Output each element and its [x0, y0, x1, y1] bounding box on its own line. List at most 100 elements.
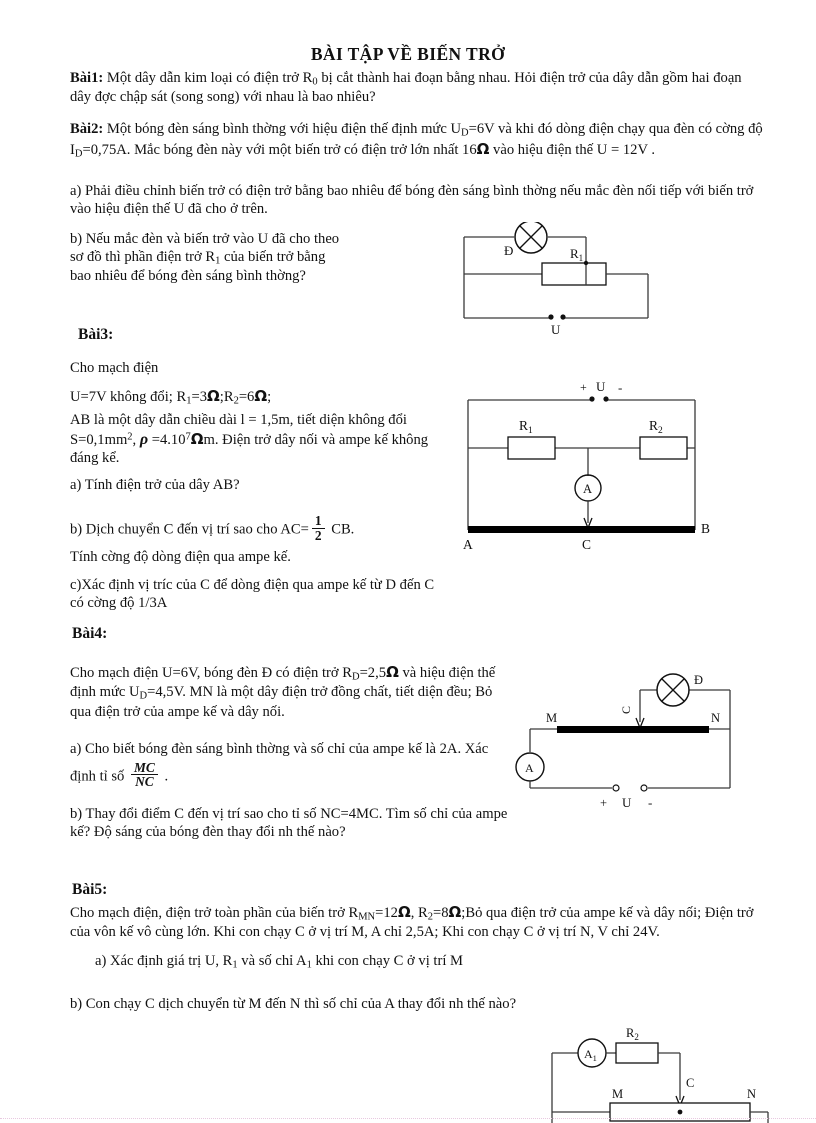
bai3-intro: Cho mạch điện — [70, 360, 440, 378]
fraction-denominator: 2 — [314, 527, 322, 543]
bai3-question-a: a) Tính điện trở của dây AB? — [70, 477, 440, 495]
bai3-u-b: =3 — [191, 389, 207, 405]
label-ammeter-1: A1 — [584, 1047, 597, 1063]
bai5-question-b: b) Con chạy C dịch chuyển từ M đến N thì… — [70, 996, 530, 1014]
bai4-question-a: a) Cho biết bóng đèn sáng bình thờng và … — [70, 738, 515, 789]
label-lamp-d: Đ — [504, 243, 513, 258]
bai2-text-1: Một bóng đèn sáng bình thờng với hiệu đi… — [103, 121, 461, 137]
fraction-mc-nc: MC NC — [130, 760, 158, 790]
label-point-n: N — [711, 711, 720, 725]
label-ammeter: A — [525, 761, 534, 775]
heading-bai5: Bài5: — [72, 881, 108, 898]
page-title: BÀI TẬP VỀ BIẾN TRỞ — [310, 44, 506, 64]
ohm-symbol: Ω — [386, 663, 399, 681]
label-point-a: A — [463, 537, 473, 552]
bai5-intro-2: =12 — [375, 905, 398, 921]
bai2-qb-line1: b) Nếu mắc đèn và biến trở vào U đã cho … — [70, 231, 340, 247]
bai2-text-4: vào hiệu điện thế U = 12V . — [489, 142, 656, 159]
ohm-symbol: Ω — [207, 387, 220, 405]
bar-ab — [468, 526, 695, 533]
label-r1: R1 — [519, 418, 533, 436]
terminal-dot-left — [548, 314, 554, 320]
bai4-sub-rd: D — [351, 671, 360, 683]
heading-bai4: Bài4: — [72, 625, 108, 642]
ohm-symbol: Ω — [448, 903, 462, 921]
bai4-qa-post: . — [160, 767, 169, 784]
bai2-qb-line2: sơ đồ thì phần điện trở R — [70, 248, 216, 265]
diagram-bai3: + U - R1 R2 A A C B — [455, 378, 755, 553]
bai2-text-3: =0,75A. Mắc bóng đèn này với một biến tr… — [82, 142, 477, 159]
fraction-one-half: 12 — [311, 514, 325, 543]
bai1-label: Bài1: — [70, 70, 104, 86]
bai3-qc-text: c)Xác định vị tríc của C để dòng điện qu… — [70, 577, 435, 611]
terminal-dot-right — [560, 314, 566, 320]
bai3-qb-post: CB. — [327, 521, 355, 538]
bai3-ab-3: =4.10 — [148, 431, 186, 448]
ohm-symbol: Ω — [254, 387, 268, 405]
bai3-u-c: ;R — [219, 389, 234, 405]
exercise-bai2-question-b: b) Nếu mắc đèn và biến trở vào U đã cho … — [70, 231, 450, 286]
bai2-qa-text: a) Phải điều chỉnh biến trở có điện trở … — [70, 183, 754, 217]
label-point-c: C — [686, 1076, 694, 1090]
bar-mn — [557, 726, 709, 733]
exercise-bai2-question-a: a) Phải điều chỉnh biến trở có điện trở … — [70, 183, 764, 219]
label-r1: R1 — [570, 246, 583, 263]
label-point-m: M — [612, 1087, 623, 1101]
bai3-ab-2: , — [132, 431, 140, 448]
bai5-intro-1: Cho mạch điện, điện trở toàn phần của bi… — [70, 905, 359, 921]
label-point-b: B — [701, 521, 710, 536]
diagram-bai5: A1 R2 C M N — [540, 1000, 776, 1123]
label-source-u: U — [622, 795, 632, 810]
bai5-sub-mn: MN — [358, 911, 376, 923]
bai3-question-c: c)Xác định vị tríc của C để dòng điện qu… — [70, 577, 440, 613]
label-source-u: U — [551, 322, 561, 337]
worksheet-page: BÀI TẬP VỀ BIẾN TRỞ Bài1: Một dây dẫn ki… — [0, 0, 816, 1123]
bai3-qb-next: Tính cờng độ dòng điện qua ampe kế. — [70, 549, 291, 565]
bai3-qa-text: a) Tính điện trở của dây AB? — [70, 477, 240, 493]
bai4-intro-2: =2,5 — [359, 665, 387, 681]
exercise-bai1: Bài1: Một dây dẫn kim loại có điện trở R… — [70, 70, 762, 107]
diagram-bai2: Đ R1 U — [452, 222, 762, 337]
terminal-dot-plus — [589, 396, 595, 402]
bai3-values: U=7V không đổi; R1=3Ω;R2=6Ω; — [70, 387, 450, 408]
bai5-qa-pre: a) Xác định giá trị U, R — [95, 953, 233, 969]
bai2-qb-line3: của biến trở bằng — [220, 248, 326, 265]
bai2-label: Bài2: — [70, 121, 104, 137]
terminal-dot-minus — [603, 396, 609, 402]
bai5-intro: Cho mạch điện, điện trở toàn phần của bi… — [70, 903, 770, 942]
exercise-bai2: Bài2: Một bóng đèn sáng bình thờng với h… — [70, 121, 764, 162]
bai5-question-a: a) Xác định giá trị U, R1 và số chỉ A1 k… — [95, 953, 735, 972]
label-point-c: C — [582, 537, 591, 552]
ohm-symbol: Ω — [476, 140, 490, 159]
bai3-u-e: ; — [267, 389, 272, 405]
bai1-text-1: Một dây dẫn kim loại có điện trở R — [103, 70, 313, 86]
ohm-symbol: Ω — [397, 903, 411, 921]
bai3-intro-text: Cho mạch điện — [70, 360, 159, 376]
rho-symbol: ρ — [139, 430, 149, 448]
terminal-dot-plus — [612, 784, 620, 792]
bai4-intro: Cho mạch điện U=6V, bóng đèn Đ có điện t… — [70, 663, 510, 722]
label-minus: - — [618, 380, 622, 395]
bai5-qa-post: khi con chạy C ở vị trí M — [311, 953, 464, 969]
bai4-question-b: b) Thay đổi điểm C đến vị trí sao cho tỉ… — [70, 806, 520, 842]
slider-contact-dot — [677, 1109, 683, 1115]
label-plus: + — [600, 796, 607, 810]
bai5-circuit-svg: A1 R2 C M N — [551, 1026, 769, 1123]
bai2-sub-ud: D — [461, 127, 469, 139]
fraction-denominator: NC — [135, 774, 154, 790]
bai4-circuit-svg: Đ M N C A + U - — [515, 673, 731, 810]
label-ammeter: A — [583, 482, 592, 496]
bai5-qb-text: b) Con chạy C dịch chuyển từ M đến N thì… — [70, 996, 517, 1012]
diagram-bai4: Đ M N C A + U - — [512, 662, 760, 810]
bai3-qb-pre: b) Dịch chuyển C đến vị trí sao cho AC= — [70, 521, 309, 538]
ohm-symbol: Ω — [190, 429, 204, 448]
bai3-circuit-svg: + U - R1 R2 A A C B — [463, 379, 710, 552]
bai5-qa-mid: và số chỉ A — [237, 953, 307, 969]
bai4-qb-text: b) Thay đổi điểm C đến vị trí sao cho tỉ… — [70, 806, 508, 840]
bai3-question-b: b) Dịch chuyển C đến vị trí sao cho AC= 1… — [70, 514, 460, 542]
label-point-c: C — [619, 706, 633, 714]
slider-dot — [583, 260, 589, 266]
bai5-intro-4: =8 — [432, 905, 449, 921]
page-bottom-rule — [0, 1118, 816, 1120]
bai4-intro-1: Cho mạch điện U=6V, bóng đèn Đ có điện t… — [70, 665, 352, 681]
